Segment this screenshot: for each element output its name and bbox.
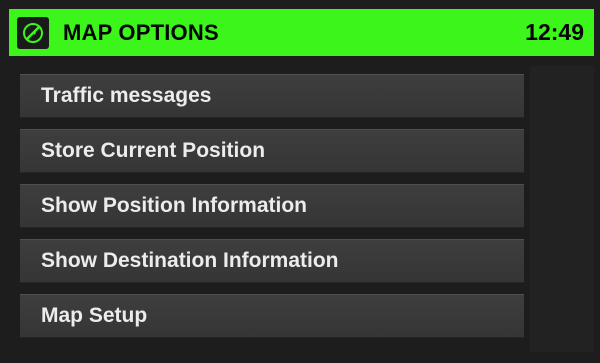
clock: 12:49 (525, 19, 584, 45)
menu-item-label: Show Position Information (41, 194, 307, 217)
menu-item-show-position-information[interactable]: Show Position Information (20, 184, 524, 228)
menu-item-label: Store Current Position (41, 139, 266, 162)
menu-item-label: Show Destination Information (41, 249, 339, 272)
menu-item-label: Map Setup (41, 304, 148, 327)
header-bar: MAP OPTIONS 12:49 (9, 9, 594, 56)
map-options-screen: MAP OPTIONS 12:49 Traffic messages Store… (0, 0, 600, 363)
menu-item-show-destination-information[interactable]: Show Destination Information (20, 239, 524, 283)
page-title: MAP OPTIONS (63, 19, 219, 45)
menu-item-map-setup[interactable]: Map Setup (20, 294, 524, 338)
menu-item-label: Traffic messages (41, 84, 212, 107)
menu-item-traffic-messages[interactable]: Traffic messages (20, 74, 524, 118)
compass-icon (17, 16, 49, 49)
menu-item-store-current-position[interactable]: Store Current Position (20, 129, 524, 173)
side-panel (530, 66, 594, 352)
options-menu: Traffic messages Store Current Position … (20, 74, 524, 349)
